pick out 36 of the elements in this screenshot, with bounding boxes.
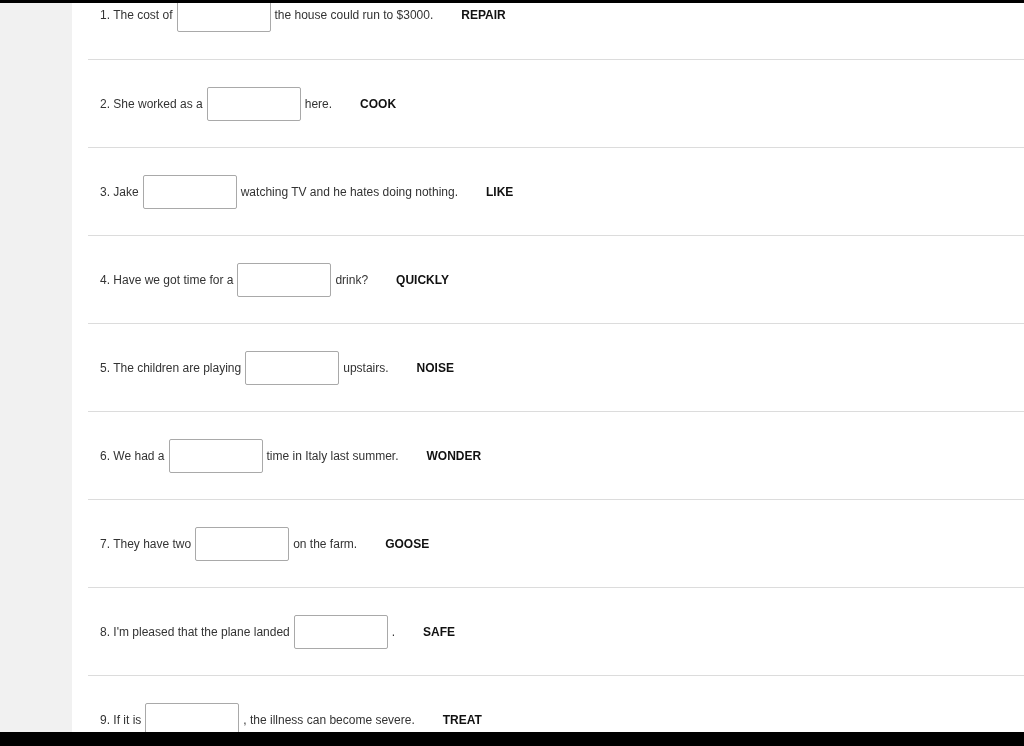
question-text: 2. She worked as a	[100, 96, 203, 111]
question-text: drink?	[335, 272, 369, 287]
question-text: 5. The children are playing	[100, 360, 242, 375]
keyword: WONDER	[426, 448, 482, 463]
question-text: time in Italy last summer.	[266, 448, 399, 463]
question-text: 3. Jake	[100, 184, 139, 199]
question-text: 8. I'm pleased that the plane landed	[100, 624, 290, 639]
question-text: 9. If it is	[100, 712, 142, 727]
answer-box[interactable]	[142, 174, 237, 209]
answer-box[interactable]	[245, 350, 340, 385]
question-text: upstairs.	[343, 360, 389, 375]
answer-box[interactable]	[195, 526, 290, 561]
keyword: LIKE	[486, 184, 514, 199]
answer-box[interactable]	[293, 614, 388, 649]
answer-box[interactable]	[237, 262, 332, 297]
answer-box[interactable]	[176, 3, 271, 32]
question-text: here.	[304, 96, 333, 111]
answer-box[interactable]	[206, 86, 301, 121]
question-text: .	[391, 624, 396, 639]
answer-box[interactable]	[168, 438, 263, 473]
question-text: 1. The cost of	[100, 8, 173, 22]
question-text: 6. We had a	[100, 448, 165, 463]
question-text: 4. Have we got time for a	[100, 272, 234, 287]
keyword: GOOSE	[385, 536, 430, 551]
keyword: SAFE	[423, 624, 456, 639]
keyword: COOK	[360, 96, 397, 111]
keyword: TREAT	[442, 712, 482, 727]
keyword: REPAIR	[461, 8, 506, 22]
question-text: 7. They have two	[100, 536, 192, 551]
question-text: watching TV and he hates doing nothing.	[240, 184, 458, 199]
question-text: on the farm.	[293, 536, 358, 551]
keyword: QUICKLY	[396, 272, 449, 287]
keyword: NOISE	[416, 360, 454, 375]
question-text: , the illness can become severe.	[243, 712, 415, 727]
question-text: the house could run to $3000.	[274, 8, 434, 22]
answer-box[interactable]	[145, 702, 240, 732]
